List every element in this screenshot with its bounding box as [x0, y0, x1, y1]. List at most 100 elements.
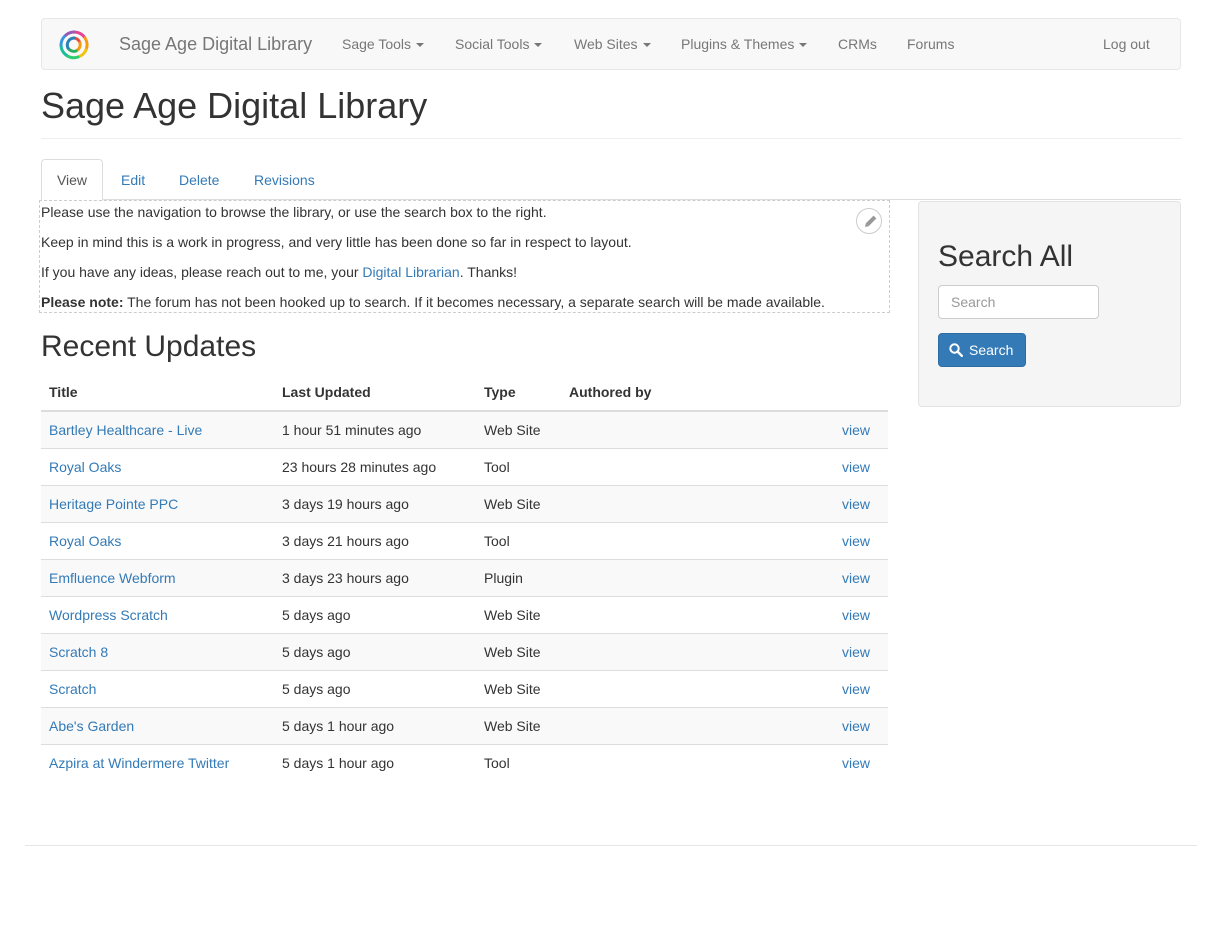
row-title-link[interactable]: Scratch 8 — [49, 644, 108, 660]
row-last-updated: 3 days 23 hours ago — [274, 558, 476, 596]
row-type: Tool — [476, 743, 561, 781]
row-title-link[interactable]: Royal Oaks — [49, 459, 121, 475]
nav-forums[interactable]: Forums — [907, 36, 954, 52]
row-view-link[interactable]: view — [842, 607, 870, 623]
row-view-link[interactable]: view — [842, 681, 870, 697]
intro-text: If you have any ideas, please reach out … — [41, 264, 363, 280]
intro-line: Keep in mind this is a work in progress,… — [41, 234, 632, 250]
table-row: Abe's Garden 5 days 1 hour ago Web Site vie… — [41, 706, 888, 744]
tab-revisions[interactable]: Revisions — [254, 172, 315, 188]
table-row: Heritage Pointe PPC 3 days 19 hours ago We… — [41, 484, 888, 522]
row-type: Tool — [476, 447, 561, 485]
caret-down-icon — [416, 43, 425, 48]
tab-delete[interactable]: Delete — [179, 172, 219, 188]
row-last-updated: 5 days ago — [274, 632, 476, 670]
nav-label: Web Sites — [574, 36, 638, 52]
nav-social-tools[interactable]: Social Tools — [455, 36, 543, 52]
site-logo-icon[interactable] — [57, 28, 91, 62]
row-type: Plugin — [476, 558, 561, 596]
top-navbar: Sage Age Digital Library Sage Tools Soci… — [41, 18, 1181, 70]
row-author — [561, 743, 798, 781]
row-last-updated: 1 hour 51 minutes ago — [274, 410, 476, 448]
nav-label: Social Tools — [455, 36, 530, 52]
nav-plugins-themes[interactable]: Plugins & Themes — [681, 36, 808, 52]
row-view-link[interactable]: view — [842, 459, 870, 475]
digital-librarian-link[interactable]: Digital Librarian — [362, 264, 459, 280]
logout-link[interactable]: Log out — [1103, 36, 1150, 52]
row-view-link[interactable]: view — [842, 718, 870, 734]
row-title-link[interactable]: Scratch — [49, 681, 96, 697]
nav-label: Forums — [907, 36, 955, 52]
row-view-link[interactable]: view — [842, 755, 870, 771]
row-type: Web Site — [476, 632, 561, 670]
row-last-updated: 3 days 19 hours ago — [274, 484, 476, 522]
table-row: Royal Oaks 23 hours 28 minutes ago Tool vie… — [41, 447, 888, 485]
search-input[interactable] — [938, 285, 1099, 319]
row-author — [561, 484, 798, 522]
table-row: Bartley Healthcare - Live 1 hour 51 minut… — [41, 410, 888, 448]
row-view-link[interactable]: view — [842, 570, 870, 586]
intro-line: If you have any ideas, please reach out … — [41, 264, 517, 280]
row-title-link[interactable]: Azpira at Windermere Twitter — [49, 755, 229, 771]
row-view-link[interactable]: view — [842, 533, 870, 549]
row-title-link[interactable]: Bartley Healthcare - Live — [49, 422, 202, 438]
tab-edit[interactable]: Edit — [121, 172, 145, 188]
row-last-updated: 5 days ago — [274, 669, 476, 707]
row-author — [561, 521, 798, 559]
intro-line: Please use the navigation to browse the … — [41, 204, 547, 220]
row-author — [561, 632, 798, 670]
note-label: Please note: — [41, 294, 124, 310]
recent-updates-heading: Recent Updates — [41, 330, 257, 363]
title-divider — [41, 138, 1181, 139]
search-icon — [949, 343, 963, 357]
row-view-link[interactable]: view — [842, 422, 870, 438]
nav-sage-tools[interactable]: Sage Tools — [342, 36, 425, 52]
table-row: Royal Oaks 3 days 21 hours ago Tool view — [41, 521, 888, 559]
row-author — [561, 706, 798, 744]
nav-web-sites[interactable]: Web Sites — [574, 36, 651, 52]
caret-down-icon — [799, 43, 808, 48]
nav-label: CRMs — [838, 36, 877, 52]
row-author — [561, 595, 798, 633]
search-button-label: Search — [969, 342, 1014, 358]
row-type: Web Site — [476, 706, 561, 744]
row-title-link[interactable]: Wordpress Scratch — [49, 607, 168, 623]
row-type: Web Site — [476, 410, 561, 448]
row-title-link[interactable]: Emfluence Webform — [49, 570, 176, 586]
edit-content-button[interactable] — [856, 208, 882, 234]
row-author — [561, 558, 798, 596]
column-header-last-updated: Last Updated — [274, 374, 476, 412]
table-row: Emfluence Webform 3 days 23 hours ago Plug… — [41, 558, 888, 596]
nav-crms[interactable]: CRMs — [838, 36, 877, 52]
footer-divider — [25, 845, 1197, 846]
page-title: Sage Age Digital Library — [41, 85, 428, 126]
recent-updates-table: Title Last Updated Type Authored by Bart… — [41, 374, 888, 781]
caret-down-icon — [642, 43, 651, 48]
row-title-link[interactable]: Abe's Garden — [49, 718, 134, 734]
row-last-updated: 5 days 1 hour ago — [274, 706, 476, 744]
caret-down-icon — [534, 43, 543, 48]
intro-note: Please note: The forum has not been hook… — [41, 294, 825, 310]
row-title-link[interactable]: Royal Oaks — [49, 533, 121, 549]
search-all-heading: Search All — [938, 240, 1074, 273]
row-title-link[interactable]: Heritage Pointe PPC — [49, 496, 178, 512]
table-row: Scratch 5 days ago Web Site view — [41, 669, 888, 707]
row-view-link[interactable]: view — [842, 644, 870, 660]
row-type: Tool — [476, 521, 561, 559]
table-row: Wordpress Scratch 5 days ago Web Site view — [41, 595, 888, 633]
row-last-updated: 3 days 21 hours ago — [274, 521, 476, 559]
pencil-icon — [865, 215, 877, 227]
search-button[interactable]: Search — [938, 333, 1026, 367]
row-type: Web Site — [476, 669, 561, 707]
row-last-updated: 5 days 1 hour ago — [274, 743, 476, 781]
row-author — [561, 410, 798, 448]
navbar-brand[interactable]: Sage Age Digital Library — [119, 34, 312, 55]
column-header-actions — [798, 374, 888, 412]
search-sidebar: Search All Search — [918, 201, 1181, 407]
nav-label: Sage Tools — [342, 36, 412, 52]
tab-view[interactable]: View — [41, 159, 103, 201]
table-row: Scratch 8 5 days ago Web Site view — [41, 632, 888, 670]
row-view-link[interactable]: view — [842, 496, 870, 512]
row-author — [561, 447, 798, 485]
row-last-updated: 5 days ago — [274, 595, 476, 633]
